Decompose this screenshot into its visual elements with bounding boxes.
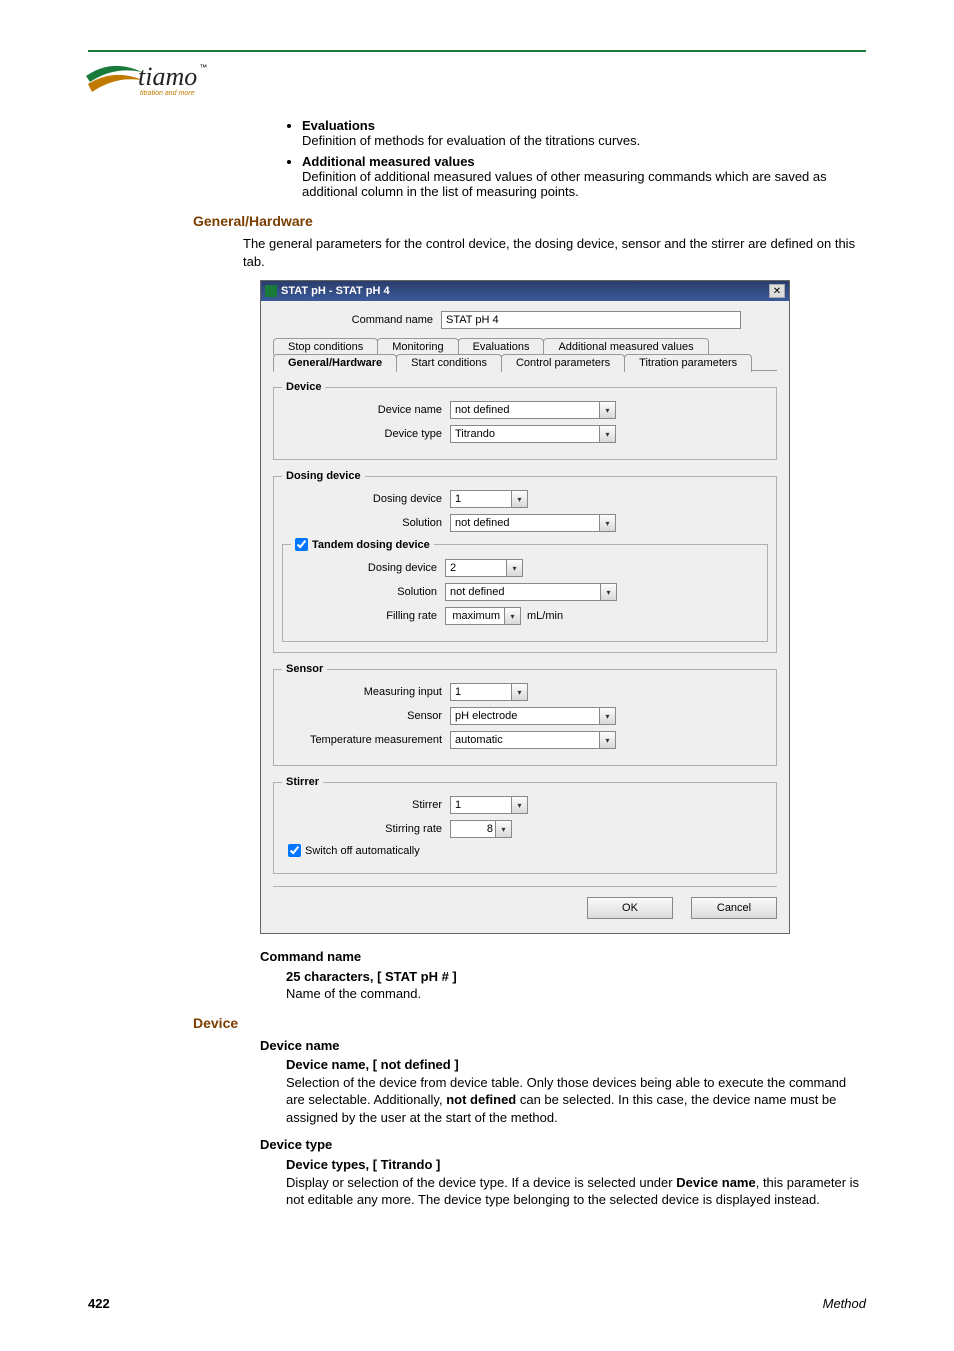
dosing-group: Dosing device Dosing device ▾ Solution ▾ [273,470,777,653]
bullet-evaluations: Evaluations Definition of methods for ev… [302,118,866,148]
chevron-down-icon[interactable]: ▾ [505,607,521,625]
chevron-down-icon[interactable]: ▾ [600,425,616,443]
stirring-rate-label: Stirring rate [282,823,450,835]
tab-evaluations[interactable]: Evaluations [458,338,545,355]
bullet-additional-measured-values: Additional measured values Definition of… [302,154,866,199]
close-button[interactable]: ✕ [769,284,785,298]
def-device-name-spec: Device name, [ not defined ] [286,1057,459,1072]
command-name-input[interactable] [441,311,741,329]
bullet-desc: Definition of additional measured values… [302,169,827,199]
chevron-down-icon[interactable]: ▾ [601,583,617,601]
tandem-solution-select[interactable] [445,583,601,601]
ok-button[interactable]: OK [587,897,673,919]
tab-monitoring[interactable]: Monitoring [377,338,458,355]
tandem-group: Tandem dosing device Dosing device ▾ Sol… [282,538,768,642]
stirrer-group: Stirrer Stirrer ▾ Stirring rate ▾ [273,776,777,874]
app-icon [265,285,277,297]
properties-dialog: STAT pH - STAT pH 4 ✕ Command name Stop … [260,280,790,934]
section-heading-device: Device [193,1015,866,1031]
dialog-titlebar: STAT pH - STAT pH 4 ✕ [261,281,789,301]
device-legend: Device [282,381,325,393]
def-device-type-spec: Device types, [ Titrando ] [286,1157,440,1172]
bullet-desc: Definition of methods for evaluation of … [302,133,640,148]
intro-bullets: Evaluations Definition of methods for ev… [288,118,866,199]
stirrer-legend: Stirrer [282,776,323,788]
chevron-down-icon[interactable]: ▾ [507,559,523,577]
temperature-label: Temperature measurement [282,734,450,746]
tandem-solution-label: Solution [291,586,445,598]
stirring-rate-select[interactable] [450,820,496,838]
def-device-name-desc-bold: not defined [446,1092,516,1107]
filling-rate-unit: mL/min [521,610,563,622]
chevron-down-icon[interactable]: ▾ [496,820,512,838]
chevron-down-icon[interactable]: ▾ [512,490,528,508]
temperature-select[interactable] [450,731,600,749]
def-command-name-term: Command name [260,949,361,964]
tab-titration-parameters[interactable]: Titration parameters [624,354,752,372]
chevron-down-icon[interactable]: ▾ [512,683,528,701]
dosing-legend: Dosing device [282,470,365,482]
brand-logo: tiamo ™ titration and more [84,62,866,100]
stirrer-label: Stirrer [282,799,450,811]
sensor-group: Sensor Measuring input ▾ Sensor ▾ [273,663,777,766]
section-heading-general-hardware: General/Hardware [193,213,866,229]
def-command-name-spec: 25 characters, [ STAT pH # ] [286,969,457,984]
footer-section: Method [823,1296,866,1311]
filling-rate-select[interactable] [445,607,505,625]
stirrer-select[interactable] [450,796,512,814]
chevron-down-icon[interactable]: ▾ [600,514,616,532]
def-command-name-desc: Name of the command. [286,985,866,1003]
tab-control-parameters[interactable]: Control parameters [501,354,625,372]
bullet-title: Evaluations [302,118,375,133]
device-name-label: Device name [282,404,450,416]
device-group: Device Device name ▾ Device type ▾ [273,381,777,460]
dosing-solution-label: Solution [282,517,450,529]
top-rule [88,50,866,52]
measuring-input-label: Measuring input [282,686,450,698]
section-intro: The general parameters for the control d… [243,235,866,270]
trademark: ™ [199,63,207,72]
device-type-label: Device type [282,428,450,440]
dosing-device-label: Dosing device [282,493,450,505]
auto-off-checkbox[interactable] [288,844,301,857]
def-device-type-term: Device type [260,1137,332,1152]
filling-rate-label: Filling rate [291,610,445,622]
command-name-label: Command name [273,314,441,326]
tandem-checkbox[interactable] [295,538,308,551]
def-device-name-term: Device name [260,1038,340,1053]
auto-off-label: Switch off automatically [301,845,420,857]
def-device-type-desc-pre: Display or selection of the device type.… [286,1175,676,1190]
tandem-label: Tandem dosing device [312,539,430,551]
page-number: 422 [88,1296,110,1311]
sensor-label: Sensor [282,710,450,722]
tab-general-hardware[interactable]: General/Hardware [273,354,397,372]
tandem-dosing-device-select[interactable] [445,559,507,577]
tab-additional-measured-values[interactable]: Additional measured values [543,338,708,355]
dosing-device-select[interactable] [450,490,512,508]
sensor-legend: Sensor [282,663,327,675]
bullet-title: Additional measured values [302,154,475,169]
chevron-down-icon[interactable]: ▾ [600,707,616,725]
brand-name: tiamo [138,62,197,92]
chevron-down-icon[interactable]: ▾ [600,731,616,749]
tandem-dosing-device-label: Dosing device [291,562,445,574]
chevron-down-icon[interactable]: ▾ [512,796,528,814]
dialog-title-text: STAT pH - STAT pH 4 [281,285,390,297]
device-type-select[interactable] [450,425,600,443]
cancel-button[interactable]: Cancel [691,897,777,919]
measuring-input-select[interactable] [450,683,512,701]
brand-tagline: titration and more [140,90,194,97]
dosing-solution-select[interactable] [450,514,600,532]
tabs: Stop conditions Monitoring Evaluations A… [273,337,777,371]
tab-stop-conditions[interactable]: Stop conditions [273,338,378,355]
chevron-down-icon[interactable]: ▾ [600,401,616,419]
page-footer: 422 Method [88,1296,866,1311]
def-device-type-desc-bold: Device name [676,1175,756,1190]
tab-start-conditions[interactable]: Start conditions [396,354,502,372]
device-name-select[interactable] [450,401,600,419]
sensor-select[interactable] [450,707,600,725]
